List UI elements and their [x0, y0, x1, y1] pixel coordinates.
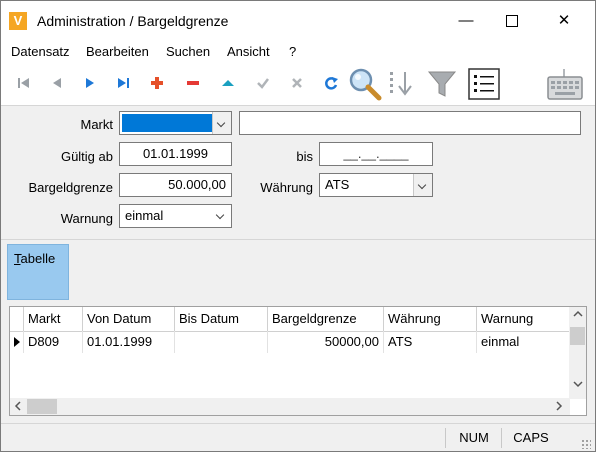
maximize-icon: [506, 15, 518, 28]
waehrung-label: Währung: [260, 180, 313, 195]
cell-von-datum[interactable]: 01.01.1999: [83, 331, 175, 353]
chevron-down-icon[interactable]: [413, 174, 432, 196]
table-header: Markt Von Datum Bis Datum Bargeldgrenze …: [10, 307, 586, 332]
cell-waehrung[interactable]: ATS: [384, 331, 477, 353]
waehrung-combobox[interactable]: ATS: [319, 173, 433, 197]
current-row-indicator-icon: [10, 331, 24, 353]
menu-suchen[interactable]: Suchen: [166, 44, 210, 59]
tab-strip: Tabelle: [1, 239, 595, 302]
app-icon: V: [9, 12, 27, 30]
markt-combobox[interactable]: [119, 111, 232, 135]
vertical-scroll-thumb[interactable]: [570, 327, 585, 345]
column-header-waehrung[interactable]: Währung: [384, 307, 477, 331]
previous-record-icon[interactable]: [45, 71, 69, 95]
warnung-label: Warnung: [60, 211, 113, 226]
tab-tabelle[interactable]: Tabelle: [7, 244, 69, 300]
list-view-icon[interactable]: [468, 68, 500, 100]
bargeldgrenze-label: Bargeldgrenze: [28, 180, 113, 195]
gueltig-ab-field[interactable]: 01.01.1999: [119, 142, 232, 166]
horizontal-scroll-thumb[interactable]: [27, 399, 57, 414]
keyboard-icon[interactable]: [546, 67, 584, 101]
first-record-icon[interactable]: [12, 71, 36, 95]
application-window: V Administration / Bargeldgrenze — ✕ Dat…: [0, 0, 596, 452]
vertical-scrollbar[interactable]: [569, 307, 586, 399]
status-bar: NUM CAPS: [1, 423, 595, 451]
cell-bis-datum[interactable]: [175, 331, 268, 353]
cell-warnung[interactable]: einmal: [477, 331, 570, 353]
column-header-markt[interactable]: Markt: [24, 307, 83, 331]
bis-label: bis: [296, 149, 313, 164]
cell-markt[interactable]: D809: [24, 331, 83, 353]
edit-record-icon[interactable]: [216, 71, 240, 95]
chevron-down-icon[interactable]: [215, 205, 227, 227]
add-record-icon[interactable]: [145, 71, 169, 95]
last-record-icon[interactable]: [111, 71, 135, 95]
warnung-value: einmal: [125, 208, 164, 223]
column-header-bargeldgrenze[interactable]: Bargeldgrenze: [268, 307, 384, 331]
horizontal-scrollbar[interactable]: [10, 398, 570, 415]
next-record-icon[interactable]: [78, 71, 102, 95]
minimize-button[interactable]: —: [443, 1, 489, 41]
markt-label: Markt: [80, 117, 114, 132]
markt-selected-value: [122, 114, 212, 132]
column-header-bis-datum[interactable]: Bis Datum: [175, 307, 268, 331]
table-row[interactable]: D809 01.01.1999 50000,00 ATS einmal: [10, 331, 570, 353]
chevron-down-icon[interactable]: [212, 112, 231, 134]
toolbar: [1, 63, 595, 106]
caps-lock-indicator: CAPS: [501, 428, 560, 448]
cancel-icon[interactable]: [285, 71, 309, 95]
confirm-icon[interactable]: [251, 71, 275, 95]
scroll-left-icon[interactable]: [13, 401, 23, 414]
scroll-up-icon[interactable]: [573, 309, 583, 322]
row-indicator-header: [10, 307, 24, 331]
search-icon[interactable]: [347, 66, 383, 102]
bis-field[interactable]: __.__.____: [319, 142, 433, 166]
maximize-button[interactable]: [489, 1, 535, 41]
filter-icon[interactable]: [426, 68, 458, 100]
data-table: Markt Von Datum Bis Datum Bargeldgrenze …: [9, 306, 587, 416]
waehrung-value: ATS: [325, 177, 350, 192]
bargeldgrenze-field[interactable]: 50.000,00: [119, 173, 232, 197]
num-lock-indicator: NUM: [445, 428, 502, 448]
column-header-warnung[interactable]: Warnung: [477, 307, 570, 331]
column-header-von-datum[interactable]: Von Datum: [83, 307, 175, 331]
gueltig-ab-label: Gültig ab: [60, 149, 113, 164]
scroll-down-icon[interactable]: [573, 379, 583, 392]
sort-icon[interactable]: [387, 68, 419, 100]
scroll-right-icon[interactable]: [554, 401, 564, 414]
menu-ansicht[interactable]: Ansicht: [227, 44, 270, 59]
title-bar: V Administration / Bargeldgrenze — ✕: [1, 1, 595, 41]
menu-bar: Datensatz Bearbeiten Suchen Ansicht ?: [1, 41, 595, 63]
delete-record-icon[interactable]: [181, 71, 205, 95]
menu-datensatz[interactable]: Datensatz: [11, 44, 70, 59]
tab-label: abelle: [20, 251, 56, 266]
menu-help[interactable]: ?: [289, 44, 296, 59]
markt-description-field[interactable]: [239, 111, 581, 135]
close-button[interactable]: ✕: [541, 1, 587, 41]
window-title: Administration / Bargeldgrenze: [37, 13, 229, 29]
menu-bearbeiten[interactable]: Bearbeiten: [86, 44, 149, 59]
cell-bargeldgrenze[interactable]: 50000,00: [268, 331, 384, 353]
resize-grip-icon[interactable]: [581, 439, 591, 449]
refresh-icon[interactable]: [319, 71, 343, 95]
warnung-select[interactable]: einmal: [119, 204, 232, 228]
